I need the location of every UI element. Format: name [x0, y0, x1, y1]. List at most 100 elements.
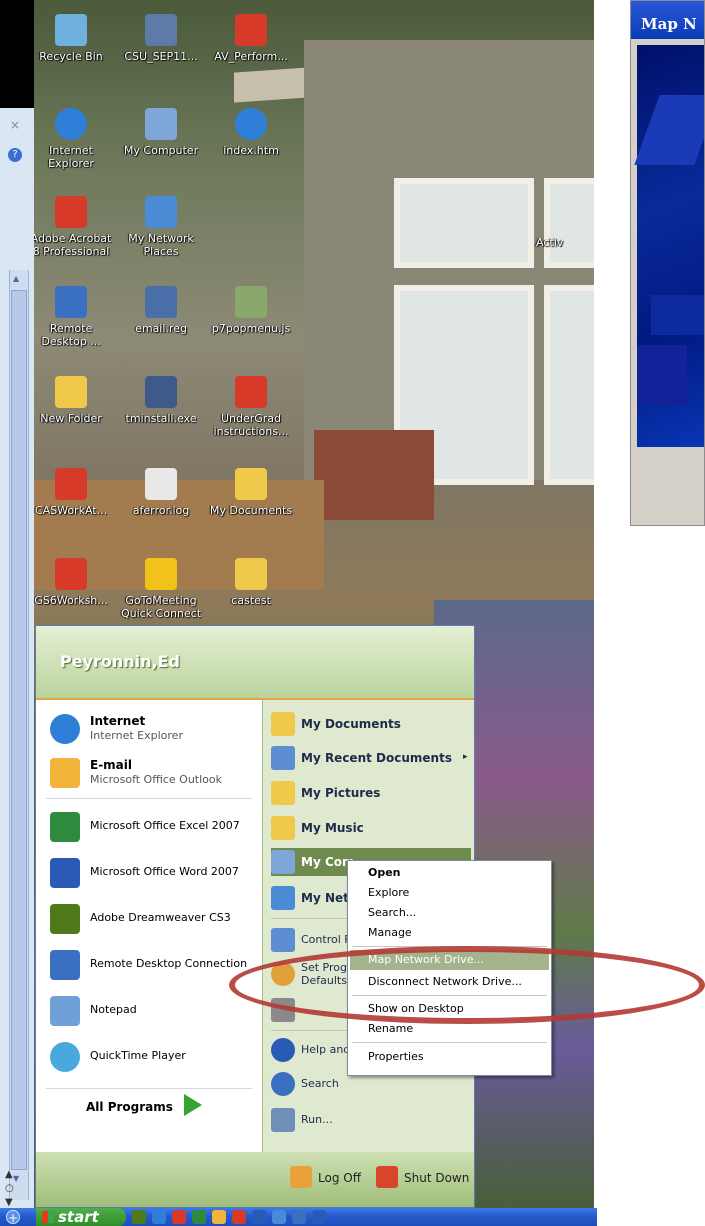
menu-item-search[interactable]: Search...	[350, 903, 549, 923]
all-programs-button[interactable]: All Programs	[86, 1100, 173, 1114]
dreamweaver-icon[interactable]	[132, 1210, 146, 1224]
desktop-icon-gs6worksh[interactable]: GS6Worksh...	[34, 558, 116, 607]
scrollbar-thumb[interactable]	[11, 290, 27, 1170]
nav-up-icon[interactable]: ▲	[5, 1168, 14, 1182]
place-label: Run...	[301, 1113, 333, 1126]
pdf-icon[interactable]	[232, 1210, 246, 1224]
menu-item-manage[interactable]: Manage	[350, 923, 549, 943]
script-icon	[235, 286, 267, 318]
log-off-label: Log Off	[318, 1171, 361, 1185]
start-menu-header: Peyronnin,Ed	[36, 626, 474, 700]
my-pictures-icon	[271, 781, 295, 805]
place-my-recent-documents[interactable]: My Recent Documents ▸	[271, 744, 471, 772]
recent-program-dreamweaver[interactable]: Adobe Dreamweaver CS3	[46, 902, 256, 936]
notepad-icon	[50, 996, 80, 1026]
desktop-icon-new-folder[interactable]: New Folder	[34, 376, 116, 425]
shut-down-label: Shut Down	[404, 1171, 470, 1185]
desktop-icon-label: UnderGrad instructions...	[213, 412, 289, 438]
text-file-icon	[145, 468, 177, 500]
plus-icon[interactable]: +	[6, 1210, 20, 1225]
desktop-icon-av-perform[interactable]: AV_Perform...	[206, 14, 296, 63]
internet-explorer-icon[interactable]	[152, 1210, 166, 1224]
start-menu-footer: Log Off Shut Down	[36, 1152, 474, 1207]
place-run[interactable]: Run...	[271, 1106, 471, 1134]
my-music-icon	[271, 816, 295, 840]
desktop-icon-adobe-acrobat[interactable]: Adobe Acrobat 8 Professional	[34, 196, 116, 258]
recent-documents-icon	[271, 746, 295, 770]
desktop-icon-tminstall[interactable]: tminstall.exe	[116, 376, 206, 425]
acrobat-icon	[55, 196, 87, 228]
recent-program-excel[interactable]: Microsoft Office Excel 2007	[46, 810, 256, 844]
desktop-icon-recycle-bin[interactable]: Recycle Bin	[34, 14, 116, 63]
desktop-icon-activ[interactable]: Activ	[536, 236, 594, 249]
key-icon	[290, 1166, 312, 1188]
desktop-icon-label: My Computer	[123, 144, 199, 157]
program-label: Adobe Dreamweaver CS3	[90, 911, 231, 924]
desktop-icon-internet-explorer[interactable]: Internet Explorer	[34, 108, 116, 170]
scroll-up-icon[interactable]: ▲	[13, 274, 19, 283]
desktop-icon-my-computer[interactable]: My Computer	[116, 108, 206, 157]
desktop-icon-index-htm[interactable]: index.htm	[206, 108, 296, 157]
desktop-icon-label: p7popmenu.js	[211, 322, 291, 335]
word-icon	[50, 858, 80, 888]
outlook-icon	[50, 758, 80, 788]
close-icon[interactable]: ×	[10, 118, 20, 132]
recent-program-notepad[interactable]: Notepad	[46, 994, 256, 1028]
desktop-icon-label: AV_Perform...	[214, 50, 288, 63]
pinned-title: Internet	[90, 714, 146, 728]
place-my-pictures[interactable]: My Pictures	[271, 779, 471, 807]
scroll-down-icon[interactable]: ▼	[13, 1174, 19, 1183]
network-places-icon[interactable]	[272, 1210, 286, 1224]
map-network-drive-window[interactable]: Map N	[630, 0, 705, 526]
word-icon[interactable]	[252, 1210, 266, 1224]
recent-program-word[interactable]: Microsoft Office Word 2007	[46, 856, 256, 890]
outlook-icon[interactable]	[212, 1210, 226, 1224]
desktop-icon-remote-desktop[interactable]: Remote Desktop ...	[34, 286, 116, 348]
pinned-subtitle: Internet Explorer	[90, 729, 183, 742]
recent-program-remote-desktop[interactable]: Remote Desktop Connection	[46, 948, 256, 982]
desktop-icon-undergrad-instructions[interactable]: UnderGrad instructions...	[206, 376, 296, 438]
desktop-icon-p7popmenu[interactable]: p7popmenu.js	[206, 286, 296, 335]
side-panel-controls: ▲ ○ ▼	[5, 1168, 14, 1210]
menu-item-open[interactable]: Open	[350, 863, 549, 883]
remote-desktop-icon	[50, 950, 80, 980]
desktop-icon-email-reg[interactable]: email.reg	[116, 286, 206, 335]
place-my-music[interactable]: My Music	[271, 814, 471, 842]
pinned-email[interactable]: E-mail Microsoft Office Outlook	[46, 756, 256, 790]
desktop-icon-label: My Documents	[209, 504, 293, 517]
start-button[interactable]: start	[36, 1208, 126, 1226]
remote-desktop-icon[interactable]	[292, 1210, 306, 1224]
pinned-internet[interactable]: Internet Internet Explorer	[46, 712, 256, 746]
my-computer-icon	[271, 850, 295, 874]
place-my-documents[interactable]: My Documents	[271, 710, 471, 738]
recent-program-quicktime[interactable]: QuickTime Player	[46, 1040, 256, 1074]
dreamweaver-icon	[50, 904, 80, 934]
program-label: Remote Desktop Connection	[90, 957, 248, 970]
recycle-bin-icon	[55, 14, 87, 46]
network-places-icon	[271, 886, 295, 910]
desktop-icon-castest[interactable]: castest	[206, 558, 296, 607]
media-player-icon[interactable]	[312, 1210, 326, 1224]
desktop-icon-label: GoToMeeting Quick Connect	[120, 594, 202, 620]
play-arrow-icon[interactable]	[184, 1094, 202, 1116]
desktop-icon-label: CSU_SEP11...	[124, 50, 198, 63]
menu-item-explore[interactable]: Explore	[350, 883, 549, 903]
side-panel-scrollbar[interactable]: ▲ ▼	[9, 270, 29, 1200]
place-label: My Net	[301, 891, 349, 905]
window-title[interactable]: Map N	[631, 1, 704, 39]
nav-center-icon[interactable]: ○	[5, 1182, 14, 1196]
program-label: Microsoft Office Word 2007	[90, 865, 239, 878]
desktop-icon-gotomeeting[interactable]: GoToMeeting Quick Connect	[116, 558, 206, 620]
wallpaper-brick	[314, 430, 434, 520]
menu-item-properties[interactable]: Properties	[350, 1047, 549, 1067]
excel-icon[interactable]	[192, 1210, 206, 1224]
help-icon[interactable]: ?	[8, 148, 22, 162]
acrobat-icon[interactable]	[172, 1210, 186, 1224]
desktop-icon-my-documents[interactable]: My Documents	[206, 468, 296, 517]
desktop-icon-aferror-log[interactable]: aferror.log	[116, 468, 206, 517]
desktop-icon-casworkat[interactable]: CASWorkAt...	[34, 468, 116, 517]
desktop-icon-my-network-places[interactable]: My Network Places	[116, 196, 206, 258]
place-label: My Recent Documents	[301, 751, 452, 765]
my-documents-icon	[235, 468, 267, 500]
desktop-icon-csu-sep11[interactable]: CSU_SEP11...	[116, 14, 206, 63]
